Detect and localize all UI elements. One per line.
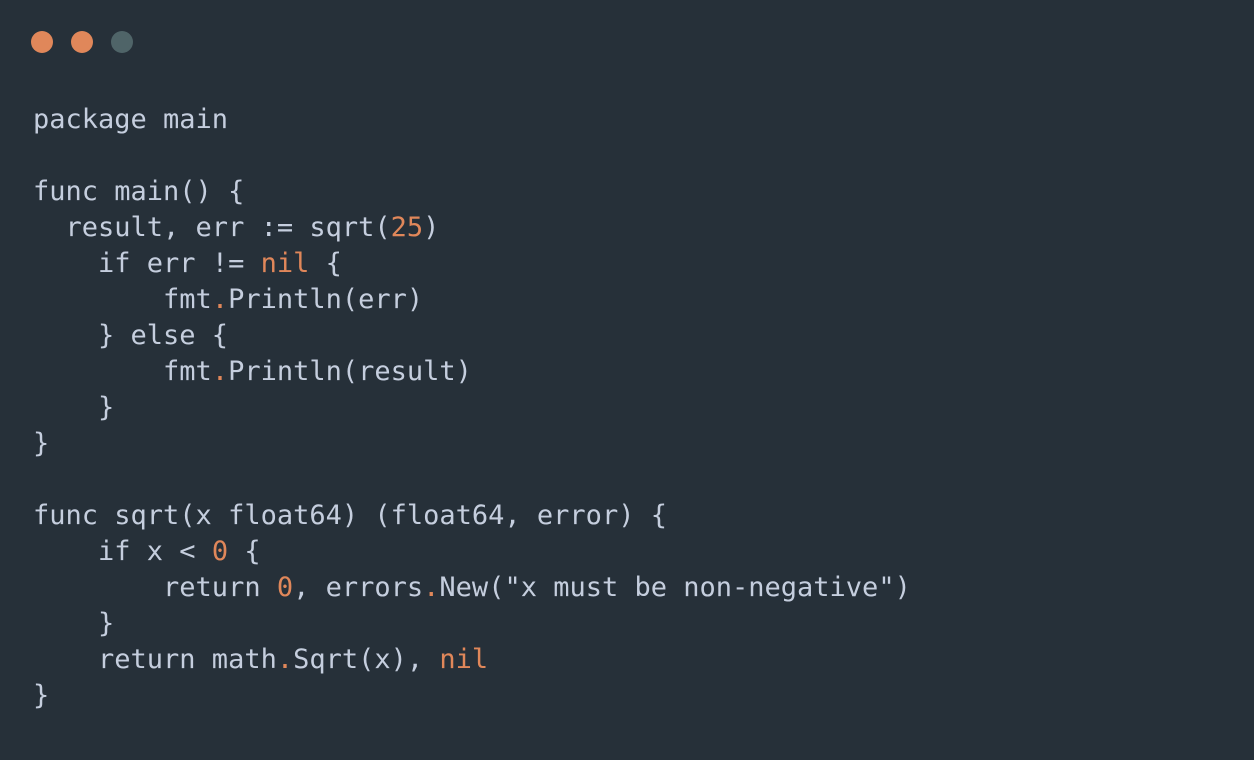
code-token: { bbox=[228, 536, 261, 567]
code-token: ) bbox=[423, 212, 440, 243]
code-line: } bbox=[33, 426, 911, 462]
code-line: func sqrt(x float64) (float64, error) { bbox=[33, 498, 911, 534]
code-token: result, err := sqrt( bbox=[33, 212, 391, 243]
code-token-accent: . bbox=[276, 644, 294, 675]
code-token-accent: . bbox=[211, 284, 229, 315]
code-token: if err != bbox=[33, 248, 261, 279]
code-block: package main func main() { result, err :=… bbox=[33, 102, 911, 714]
code-token: return bbox=[33, 572, 277, 603]
minimize-dot[interactable] bbox=[71, 31, 93, 53]
code-window: package main func main() { result, err :=… bbox=[0, 0, 1254, 760]
code-line: return math.Sqrt(x), nil bbox=[33, 642, 911, 678]
code-token-accent: nil bbox=[439, 644, 489, 675]
code-token: } bbox=[33, 680, 50, 711]
code-token-accent: 25 bbox=[390, 212, 424, 243]
code-token-accent: . bbox=[423, 572, 440, 603]
code-token-accent: 0 bbox=[211, 536, 229, 567]
code-line: } bbox=[33, 390, 911, 426]
code-token-accent: . bbox=[211, 356, 229, 387]
maximize-dot[interactable] bbox=[111, 31, 133, 53]
code-token: func main() { bbox=[33, 176, 245, 207]
code-token: return math bbox=[33, 644, 277, 675]
window-controls bbox=[31, 31, 133, 53]
code-token: Println(result) bbox=[228, 356, 472, 387]
code-line: } bbox=[33, 678, 911, 714]
code-token: if x < bbox=[33, 536, 212, 567]
code-token-accent: 0 bbox=[276, 572, 294, 603]
code-line: if err != nil { bbox=[33, 246, 911, 282]
code-token: fmt bbox=[33, 284, 212, 315]
code-token: func sqrt(x float64) (float64, error) { bbox=[33, 500, 667, 531]
code-token: } bbox=[33, 392, 115, 423]
code-line: } bbox=[33, 606, 911, 642]
code-line: if x < 0 { bbox=[33, 534, 911, 570]
code-token: Sqrt(x), bbox=[293, 644, 440, 675]
code-line: } else { bbox=[33, 318, 911, 354]
code-token: { bbox=[309, 248, 342, 279]
code-token: } bbox=[33, 428, 50, 459]
code-line: func main() { bbox=[33, 174, 911, 210]
code-token: } bbox=[33, 608, 115, 639]
code-line: fmt.Println(err) bbox=[33, 282, 911, 318]
code-line: fmt.Println(result) bbox=[33, 354, 911, 390]
code-token: New("x must be non-negative") bbox=[439, 572, 911, 603]
code-line: package main bbox=[33, 102, 911, 138]
code-token: } else { bbox=[33, 320, 229, 351]
close-dot[interactable] bbox=[31, 31, 53, 53]
code-line: result, err := sqrt(25) bbox=[33, 210, 911, 246]
code-token: , errors bbox=[293, 572, 424, 603]
code-token: package main bbox=[33, 104, 229, 135]
code-token: Println(err) bbox=[228, 284, 424, 315]
code-line: return 0, errors.New("x must be non-nega… bbox=[33, 570, 911, 606]
code-token: fmt bbox=[33, 356, 212, 387]
code-token-accent: nil bbox=[260, 248, 310, 279]
